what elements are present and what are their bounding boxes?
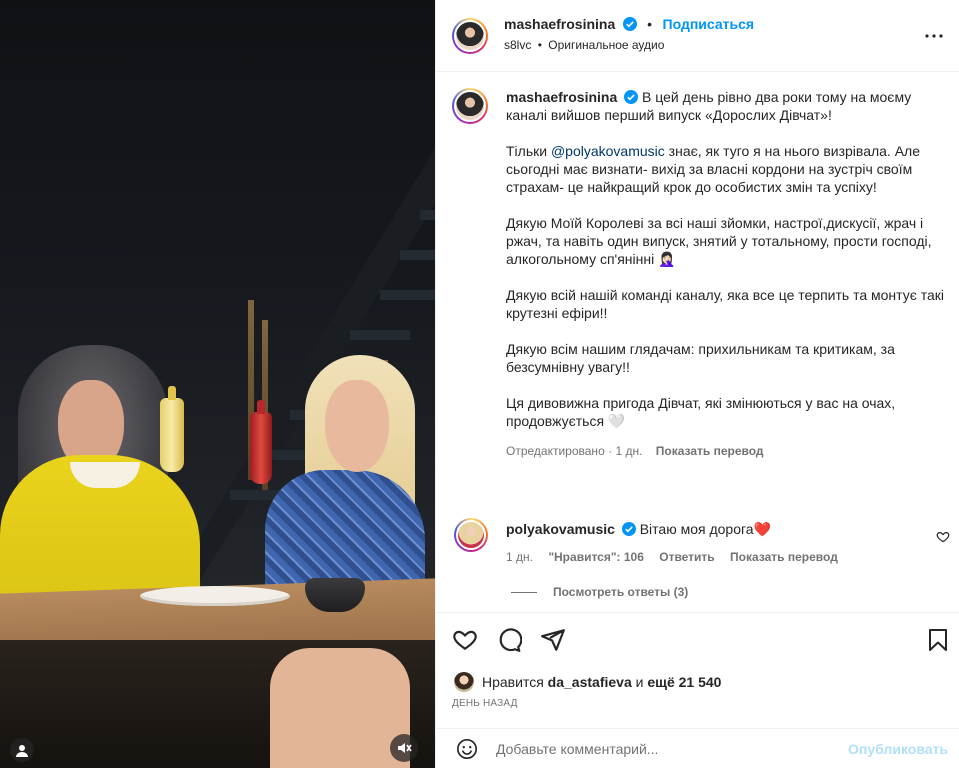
caption: mashaefrosinina В цей день рівно два рок… <box>506 88 946 460</box>
caption-author[interactable]: mashaefrosinina <box>506 89 617 105</box>
caption-paragraph-5: Дякую всім нашим глядачам: прихильникам … <box>506 341 895 375</box>
view-replies-button[interactable]: Посмотреть ответы (3) <box>511 585 688 599</box>
likes-section: Нравится da_astafieva и ещё 21 540 ДЕНЬ … <box>436 668 959 720</box>
post-header: mashaefrosinina • Подписаться s8lvc • Ор… <box>436 0 959 72</box>
caption-time[interactable]: 1 дн. <box>615 444 642 458</box>
avatar[interactable] <box>452 18 488 54</box>
author-username[interactable]: mashaefrosinina <box>504 16 615 32</box>
plate <box>140 586 290 606</box>
follow-button[interactable]: Подписаться <box>663 16 755 32</box>
bookmark-icon[interactable] <box>926 627 950 653</box>
comment-time[interactable]: 1 дн. <box>506 550 533 564</box>
mention-link[interactable]: @polyakovamusic <box>551 143 665 159</box>
separator-dot: • <box>647 16 653 32</box>
share-icon[interactable] <box>540 627 566 653</box>
emoji-icon[interactable] <box>456 738 478 760</box>
edited-label: Отредактировано <box>506 444 605 458</box>
verified-icon <box>621 522 636 536</box>
heart-icon[interactable] <box>936 530 950 544</box>
caption-avatar[interactable] <box>452 88 488 124</box>
comment-icon[interactable] <box>496 627 522 653</box>
liker-avatar[interactable] <box>454 672 474 692</box>
reply-button[interactable]: Ответить <box>659 550 714 564</box>
caption-p2-prefix: Тільки <box>506 143 551 159</box>
separator-dot: • <box>537 38 542 52</box>
action-bar <box>436 612 959 668</box>
verified-icon <box>624 90 639 104</box>
mute-button[interactable] <box>390 734 418 762</box>
likes-count[interactable]: ещё 21 540 <box>647 674 721 690</box>
verified-icon <box>622 17 637 31</box>
comments-area[interactable]: mashaefrosinina В цей день рівно два рок… <box>436 72 959 612</box>
comment-likes[interactable]: "Нравится": 106 <box>548 550 644 564</box>
mute-icon <box>398 743 412 753</box>
comment-translate-button[interactable]: Показать перевод <box>730 550 838 564</box>
divider <box>511 591 537 593</box>
woman-right-face <box>325 380 389 472</box>
comment: polyakovamusic Вітаю моя дорога❤️ <box>506 520 926 538</box>
post-time[interactable]: ДЕНЬ НАЗАД <box>452 698 518 709</box>
legs <box>270 648 410 768</box>
likes-summary: Нравится da_astafieva и ещё 21 540 <box>482 674 722 690</box>
bottle-yellow <box>160 386 184 472</box>
commenter-avatar[interactable] <box>454 518 488 552</box>
heart-icon[interactable] <box>452 627 478 653</box>
post-sidebar: mashaefrosinina • Подписаться s8lvc • Ор… <box>435 0 959 768</box>
comment-meta: 1 дн. "Нравится": 106 Ответить Показать … <box>506 550 850 564</box>
add-comment-bar: Добавьте комментарий... Опубликовать <box>436 728 959 768</box>
caption-paragraph-4: Дякую всій нашій команді каналу, яка все… <box>506 287 945 321</box>
caption-meta: Отредактировано · 1 дн. Показать перевод <box>506 444 764 458</box>
post-media[interactable] <box>0 0 435 768</box>
comment-input[interactable]: Добавьте комментарий... <box>496 741 658 757</box>
publish-button[interactable]: Опубликовать <box>848 741 948 757</box>
comment-text: Вітаю моя дорога❤️ <box>639 521 772 537</box>
caption-paragraph-6: Ця дивовижна пригода Дівчат, які змінюют… <box>506 395 896 429</box>
audio-user[interactable]: s8lvc <box>504 38 531 52</box>
audio-label[interactable]: Оригинальное аудио <box>548 38 664 52</box>
bottle-red <box>250 400 272 484</box>
show-translation-button[interactable]: Показать перевод <box>656 444 764 458</box>
more-icon[interactable] <box>922 24 946 48</box>
commenter-username[interactable]: polyakovamusic <box>506 521 615 537</box>
caption-paragraph-3: Дякую Моїй Королеві за всі наші зйомки, … <box>506 215 932 267</box>
reels-icon[interactable] <box>10 738 34 762</box>
liker-username[interactable]: da_astafieva <box>548 674 632 690</box>
